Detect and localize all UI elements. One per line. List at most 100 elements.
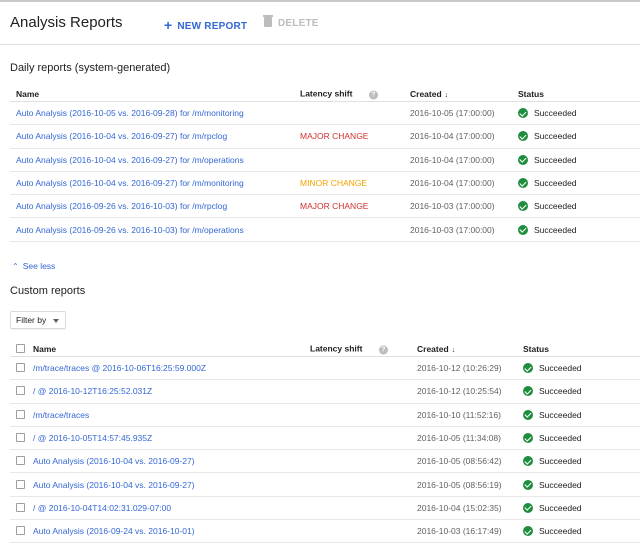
- table-row[interactable]: Auto Analysis (2016-09-24 vs. 2016-10-01…: [10, 520, 640, 544]
- select-all-checkbox[interactable]: [16, 343, 25, 354]
- status-label: Succeeded: [534, 201, 577, 212]
- report-name-link[interactable]: Auto Analysis (2016-09-24 vs. 2016-10-01…: [33, 526, 195, 536]
- latency-shift-badge: MAJOR CHANGE: [300, 131, 369, 142]
- report-name-link[interactable]: Auto Analysis (2016-10-05 vs. 2016-09-28…: [16, 108, 244, 118]
- table-row[interactable]: Auto Analysis (2016-10-04 vs. 2016-09-27…: [10, 172, 640, 196]
- status-cell: Succeeded: [523, 526, 582, 537]
- daily-reports-title: Daily reports (system-generated): [10, 62, 171, 74]
- created-date: 2016-10-03 (16:17:49): [417, 526, 502, 537]
- report-name-link[interactable]: / @ 2016-10-12T16:25:52.031Z: [33, 386, 152, 396]
- table-row[interactable]: Auto Analysis (2016-09-26 vs. 2016-10-03…: [10, 218, 640, 242]
- status-cell: Succeeded: [523, 363, 582, 374]
- help-icon[interactable]: ?: [378, 345, 388, 354]
- col-name-header: Name: [33, 343, 57, 354]
- created-date: 2016-10-05 (11:34:08): [417, 433, 501, 444]
- custom-reports-title: Custom reports: [10, 285, 86, 297]
- created-date: 2016-10-05 (08:56:42): [417, 456, 502, 467]
- row-checkbox[interactable]: [16, 433, 25, 443]
- created-date: 2016-10-05 (17:00:00): [410, 108, 495, 119]
- status-label: Succeeded: [539, 409, 582, 420]
- col-latency-header: Latency shift ?: [300, 88, 378, 99]
- table-row[interactable]: Auto Analysis (2016-10-04 vs. 2016-09-27…: [10, 473, 640, 497]
- row-checkbox[interactable]: [16, 409, 25, 420]
- row-checkbox[interactable]: [16, 479, 25, 490]
- custom-reports-table: Name Latency shift ? Created ↓ Status /m/…: [10, 341, 640, 544]
- status-cell: Succeeded: [518, 224, 577, 235]
- created-date: 2016-10-03 (17:00:00): [410, 201, 495, 212]
- checkbox-icon: [16, 502, 25, 512]
- col-status-header: Status: [523, 343, 549, 354]
- row-checkbox[interactable]: [16, 386, 25, 396]
- status-label: Succeeded: [539, 456, 582, 467]
- checkbox-icon: [16, 343, 25, 353]
- chevron-up-icon: ⌃: [12, 262, 19, 271]
- col-created-header[interactable]: Created ↓: [417, 344, 455, 354]
- report-name-link[interactable]: /m/trace/traces: [33, 410, 89, 420]
- report-name-link[interactable]: / @ 2016-10-05T14:57:45.935Z: [33, 433, 152, 443]
- report-name-link[interactable]: Auto Analysis (2016-10-04 vs. 2016-09-27…: [33, 480, 195, 490]
- status-label: Succeeded: [539, 433, 582, 444]
- col-created-header[interactable]: Created ↓: [410, 89, 448, 99]
- check-circle-icon: [518, 154, 528, 165]
- check-circle-icon: [523, 502, 533, 513]
- trash-icon: [263, 15, 273, 27]
- report-name-link[interactable]: Auto Analysis (2016-09-26 vs. 2016-10-03…: [16, 201, 227, 211]
- report-name-link[interactable]: Auto Analysis (2016-10-04 vs. 2016-09-27…: [16, 131, 227, 141]
- check-circle-icon: [518, 224, 528, 235]
- col-created-label: Created: [417, 343, 449, 354]
- delete-button[interactable]: DELETE: [263, 15, 319, 29]
- help-icon[interactable]: ?: [368, 90, 378, 99]
- table-row[interactable]: Auto Analysis (2016-10-04 vs. 2016-09-27…: [10, 450, 640, 474]
- check-circle-icon: [518, 108, 528, 119]
- report-name-link[interactable]: Auto Analysis (2016-10-04 vs. 2016-09-27…: [33, 456, 195, 466]
- row-checkbox[interactable]: [16, 502, 25, 513]
- table-row[interactable]: / @ 2016-10-12T16:25:52.031Z 2016-10-12 (…: [10, 380, 640, 404]
- created-date: 2016-10-03 (17:00:00): [410, 224, 495, 235]
- checkbox-icon: [16, 409, 25, 419]
- status-label: Succeeded: [539, 526, 582, 537]
- status-cell: Succeeded: [518, 131, 577, 142]
- page-title: Analysis Reports: [10, 14, 123, 31]
- status-label: Succeeded: [534, 108, 577, 119]
- status-cell: Succeeded: [523, 433, 582, 444]
- table-row[interactable]: Auto Analysis (2016-09-26 vs. 2016-10-03…: [10, 195, 640, 219]
- status-cell: Succeeded: [523, 409, 582, 420]
- created-date: 2016-10-04 (17:00:00): [410, 131, 495, 142]
- daily-reports-table: Name Latency shift ? Created ↓ Status Aut…: [10, 86, 640, 242]
- report-name-link[interactable]: Auto Analysis (2016-10-04 vs. 2016-09-27…: [16, 155, 244, 165]
- col-status-header: Status: [518, 88, 544, 99]
- filter-dropdown[interactable]: Filter by: [10, 311, 66, 329]
- col-latency-label: Latency shift: [310, 343, 363, 353]
- checkbox-icon: [16, 456, 25, 466]
- check-circle-icon: [518, 131, 528, 142]
- report-name-link[interactable]: / @ 2016-10-04T14:02:31.029-07:00: [33, 503, 171, 513]
- report-name-link[interactable]: Auto Analysis (2016-09-26 vs. 2016-10-03…: [16, 225, 244, 235]
- table-row[interactable]: Auto Analysis (2016-10-04 vs. 2016-09-27…: [10, 149, 640, 172]
- col-latency-label: Latency shift: [300, 88, 353, 98]
- row-checkbox[interactable]: [16, 363, 25, 373]
- row-checkbox[interactable]: [16, 526, 25, 536]
- new-report-button[interactable]: + NEW REPORT: [164, 16, 248, 33]
- table-row[interactable]: / @ 2016-10-04T14:02:31.029-07:00 2016-10…: [10, 497, 640, 521]
- see-less-link[interactable]: ⌃ See less: [12, 261, 55, 271]
- table-row[interactable]: Auto Analysis (2016-10-04 vs. 2016-09-27…: [10, 125, 640, 149]
- report-name-link[interactable]: Auto Analysis (2016-10-04 vs. 2016-09-27…: [16, 178, 244, 188]
- status-cell: Succeeded: [523, 479, 582, 490]
- check-circle-icon: [523, 386, 533, 397]
- report-name-link[interactable]: /m/trace/traces @ 2016-10-06T16:25:59.00…: [33, 363, 206, 373]
- table-row[interactable]: /m/trace/traces @ 2016-10-06T16:25:59.00…: [10, 357, 640, 381]
- sort-down-icon: ↓: [451, 346, 456, 354]
- created-date: 2016-10-12 (10:26:29): [417, 363, 502, 374]
- table-row[interactable]: Auto Analysis (2016-10-05 vs. 2016-09-28…: [10, 102, 640, 126]
- latency-shift-badge: MAJOR CHANGE: [300, 201, 369, 212]
- table-row[interactable]: /m/trace/traces 2016-10-10 (11:52:16) Succ…: [10, 404, 640, 427]
- status-label: Succeeded: [539, 363, 582, 374]
- row-checkbox[interactable]: [16, 456, 25, 466]
- table-row[interactable]: / @ 2016-10-05T14:57:45.935Z 2016-10-05 (…: [10, 427, 640, 451]
- plus-icon: +: [164, 17, 173, 33]
- created-date: 2016-10-05 (08:56:19): [417, 479, 502, 490]
- see-less-label: See less: [22, 261, 56, 271]
- checkbox-icon: [16, 433, 25, 443]
- new-report-label: NEW REPORT: [177, 21, 248, 32]
- sort-down-icon: ↓: [444, 91, 449, 99]
